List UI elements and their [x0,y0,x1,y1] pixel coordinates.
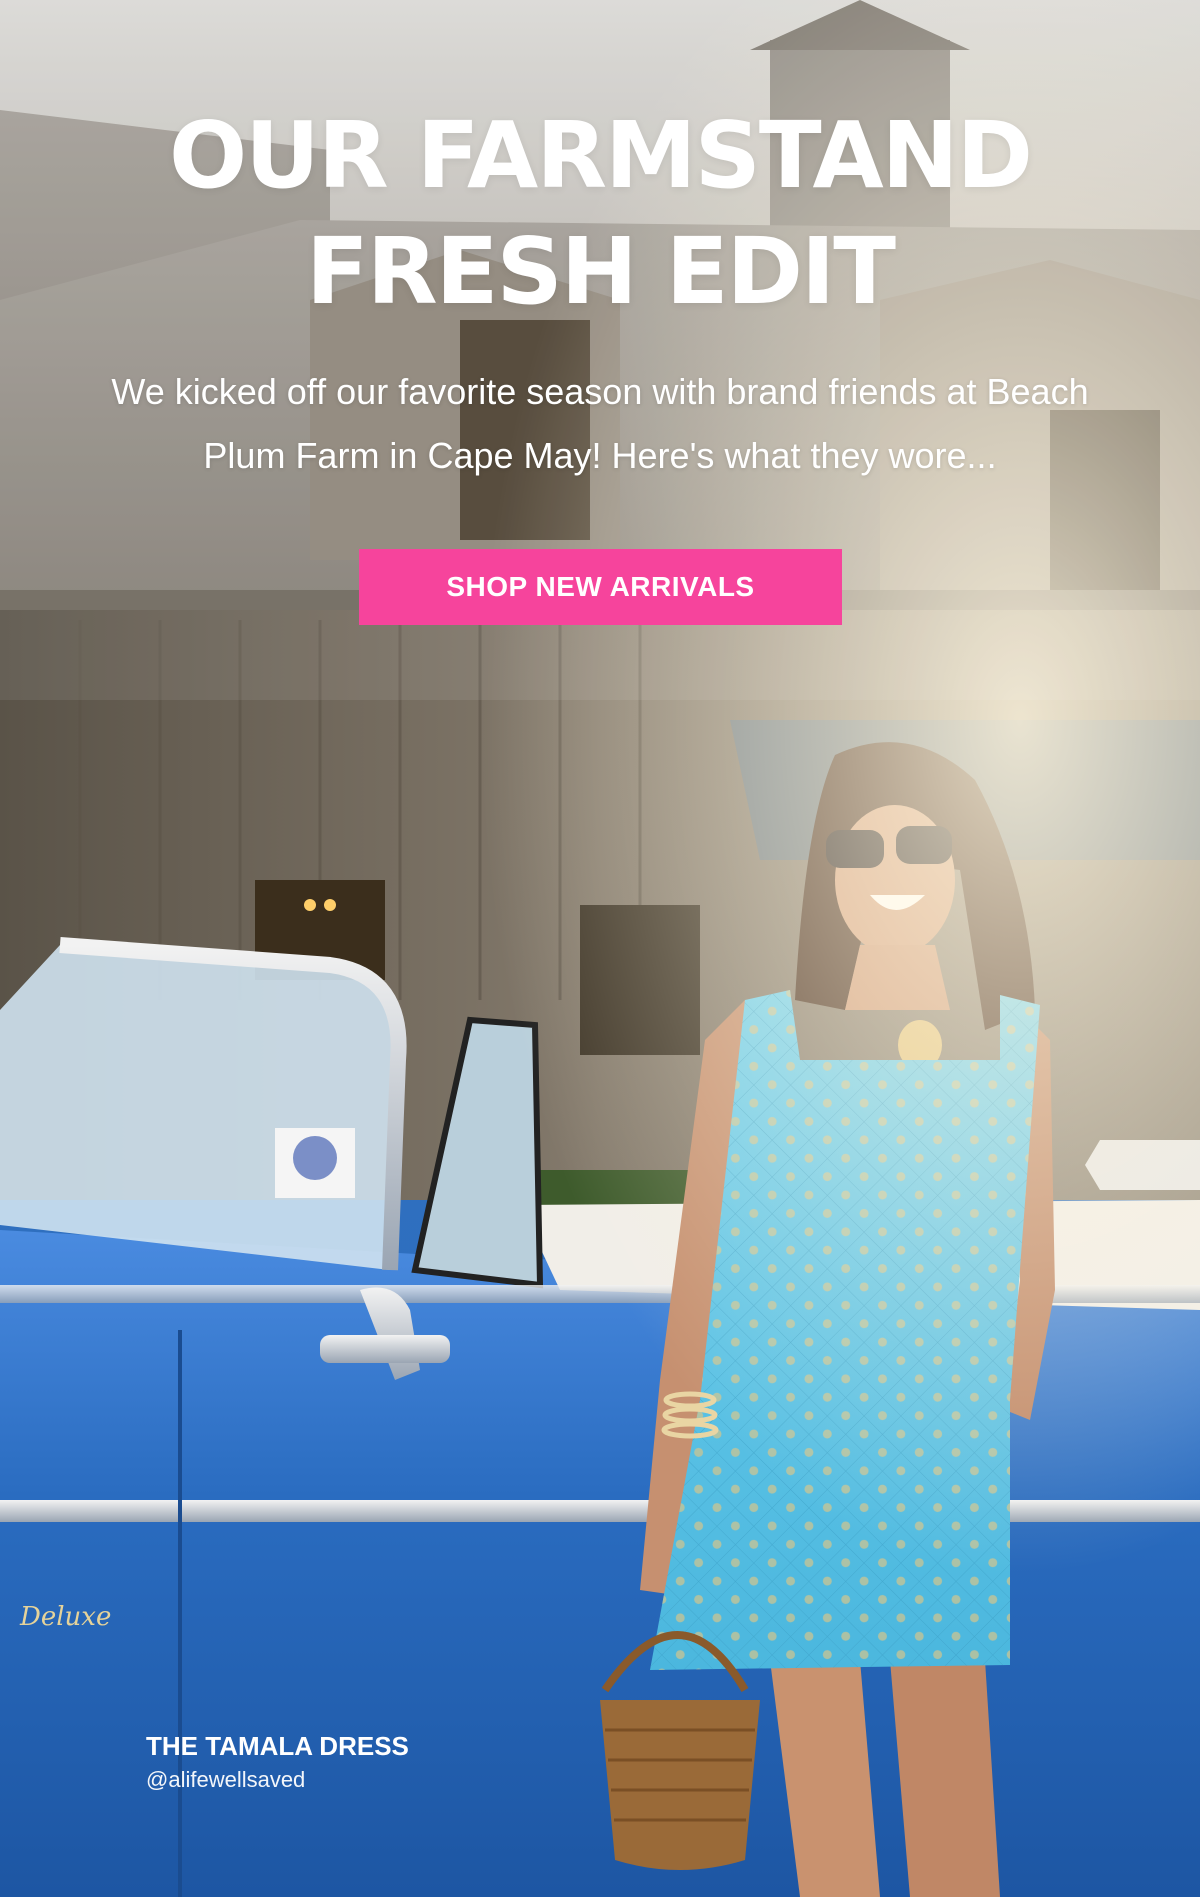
hero-subtitle: We kicked off our favorite season with b… [111,371,1089,476]
product-caption[interactable]: THE TAMALA DRESS @alifewellsaved [146,1728,409,1796]
hero-banner[interactable]: Deluxe [0,0,1200,1897]
headline-line-2: FRESH EDIT [305,218,896,325]
product-name[interactable]: THE TAMALA DRESS [146,1728,409,1764]
headline-line-1: OUR FARMSTAND [168,102,1033,209]
hero-headline: OUR FARMSTAND FRESH EDIT [0,98,1200,330]
instagram-handle[interactable]: @alifewellsaved [146,1764,409,1796]
shop-new-arrivals-button[interactable]: SHOP NEW ARRIVALS [359,549,842,625]
